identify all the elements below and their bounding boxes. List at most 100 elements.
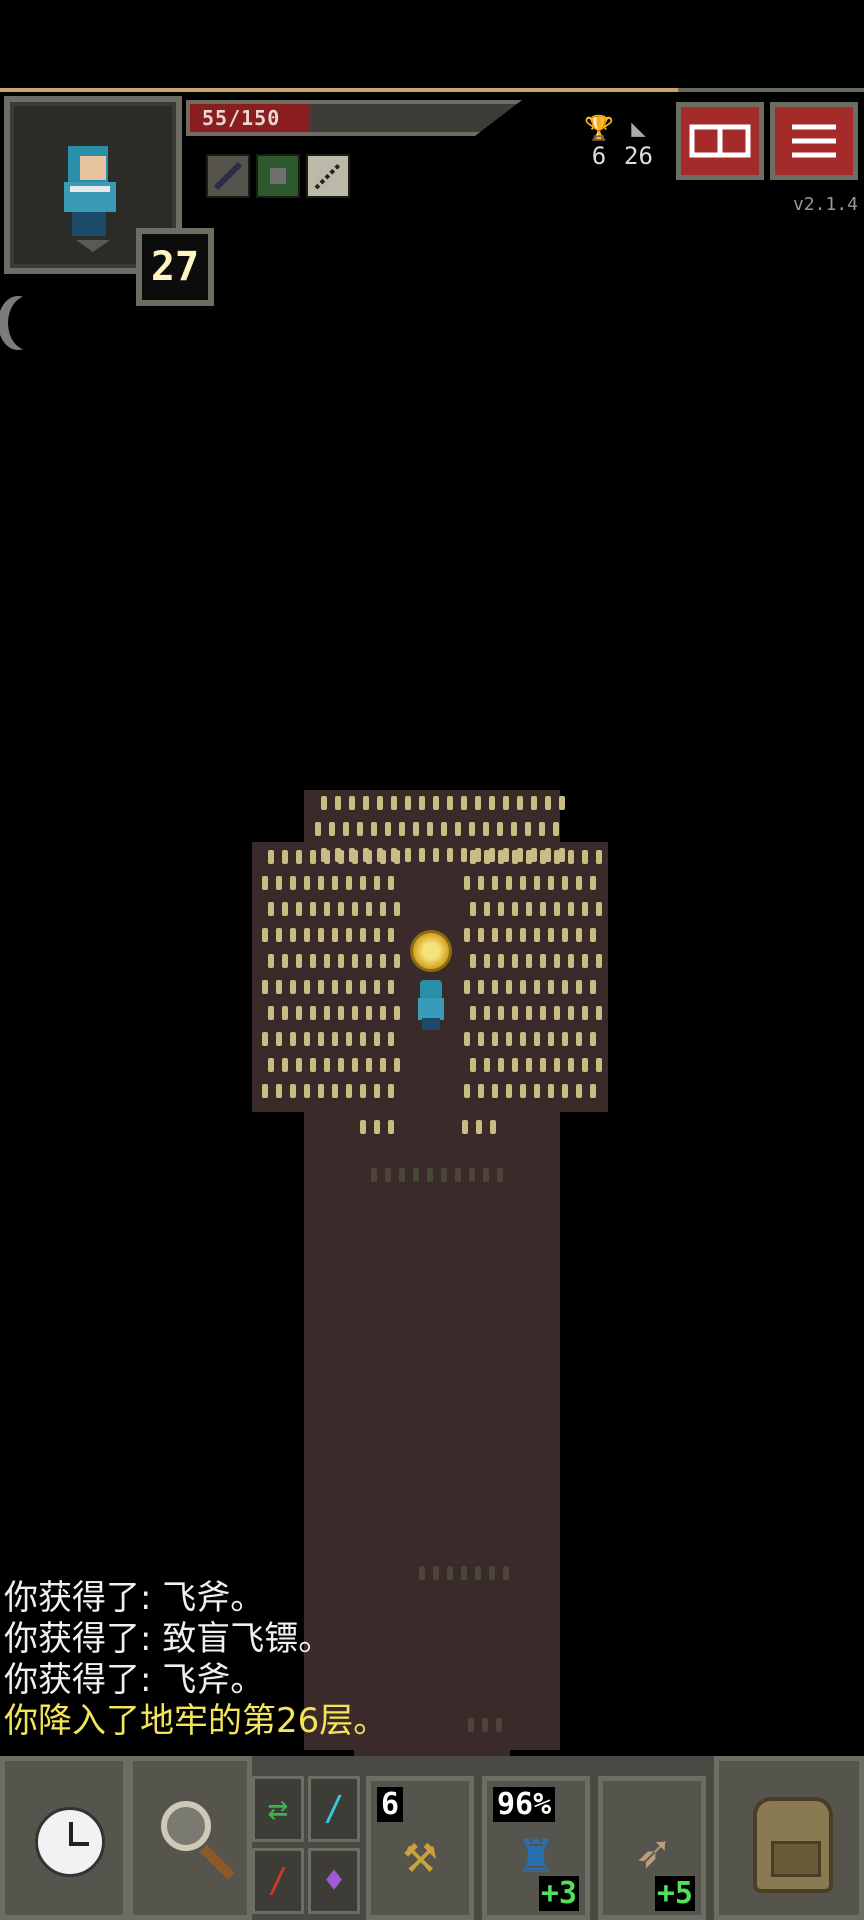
grass-blade: [377, 796, 384, 810]
grass-blade: [323, 1006, 330, 1020]
grass-blade: [461, 848, 468, 862]
quickslot-armor[interactable]: 96% ♜ +3: [482, 1776, 590, 1920]
grass-blade: [303, 980, 310, 994]
grass-blade: [441, 1168, 448, 1182]
grass-blade: [545, 848, 552, 862]
gold-count: 6: [591, 142, 607, 170]
amulet-item-icon[interactable]: [410, 930, 452, 972]
status-top-border: [0, 88, 678, 92]
grass-blade: [463, 1084, 470, 1098]
grass-blade: [281, 850, 288, 864]
grass-blade: [357, 822, 364, 836]
grass-blade: [511, 902, 518, 916]
grass-blade: [349, 796, 356, 810]
journal-button[interactable]: [676, 102, 764, 180]
grass-blade: [511, 954, 518, 968]
grass-blade: [533, 980, 540, 994]
grass-blade: [275, 928, 282, 942]
grass-blade: [463, 980, 470, 994]
wand-icon[interactable]: /: [308, 1776, 360, 1842]
grass-blade: [365, 850, 372, 864]
grass-blade: [491, 1084, 498, 1098]
grass-blade: [469, 822, 476, 836]
wait-button[interactable]: [0, 1756, 128, 1920]
grass-blade: [575, 980, 582, 994]
grass-blade: [317, 1084, 324, 1098]
grass-blade: [281, 902, 288, 916]
grass-blade: [519, 876, 526, 890]
grass-blade: [393, 954, 400, 968]
grass-blade: [547, 1032, 554, 1046]
grass-blade: [289, 1032, 296, 1046]
grass-blade: [289, 980, 296, 994]
grass-blade: [331, 928, 338, 942]
grass-blade: [553, 1006, 560, 1020]
grass-blade: [309, 1006, 316, 1020]
grass-blade: [447, 796, 454, 810]
swap-icon[interactable]: ⇄: [252, 1776, 304, 1842]
quickslot-count: 6: [377, 1787, 404, 1822]
grass-blade: [505, 980, 512, 994]
grass-blade: [345, 928, 352, 942]
grass-blade: [463, 928, 470, 942]
grass-blade: [419, 796, 426, 810]
grass-blade: [455, 1168, 462, 1182]
grass-blade: [261, 928, 268, 942]
menu-icon: [792, 124, 836, 158]
grass-blade: [323, 902, 330, 916]
grass-blade: [373, 876, 380, 890]
crystal-icon[interactable]: ♦: [308, 1848, 360, 1914]
grass-blade: [379, 1006, 386, 1020]
grass-blade: [393, 902, 400, 916]
grass-blade: [345, 876, 352, 890]
buff-barkskin-icon[interactable]: [256, 154, 300, 198]
grass-blade: [275, 980, 282, 994]
grass-blade: [483, 902, 490, 916]
grass-blade: [469, 850, 476, 864]
quickslot-durability: 96%: [493, 1787, 556, 1822]
grass-blade: [469, 954, 476, 968]
grass-blade: [275, 1084, 282, 1098]
grass-blade: [323, 954, 330, 968]
backpack-button[interactable]: [714, 1756, 864, 1920]
grass-blade: [309, 850, 316, 864]
grass-blade: [589, 1032, 596, 1046]
grass-blade: [343, 822, 350, 836]
buff-mind-vision-icon[interactable]: [306, 154, 350, 198]
grass-blade: [462, 1120, 468, 1134]
grass-blade: [525, 822, 532, 836]
magnifier-handle: [199, 1844, 235, 1880]
grass-blade: [295, 902, 302, 916]
quickslot-grid: ⇄ / / ♦: [252, 1776, 364, 1920]
hero-sprite[interactable]: [414, 980, 448, 1030]
grass-blade: [359, 1032, 366, 1046]
grass-blade: [309, 1058, 316, 1072]
search-button[interactable]: [128, 1756, 252, 1920]
status-top-border-right: [678, 88, 864, 92]
grass-blade: [469, 1168, 476, 1182]
menu-button[interactable]: [770, 102, 858, 180]
buff-levitation-icon[interactable]: [206, 154, 250, 198]
grass-blade: [303, 928, 310, 942]
grass-blade: [497, 822, 504, 836]
grass-blade: [303, 1084, 310, 1098]
grass-blade: [267, 1006, 274, 1020]
grass-blade: [295, 1006, 302, 1020]
grass-blade: [505, 1032, 512, 1046]
grass-blade: [331, 980, 338, 994]
quickslot-throwing-axe[interactable]: 6 ⚒: [366, 1776, 474, 1920]
grass-blade: [567, 954, 574, 968]
quickslot-bow[interactable]: ➶ +5: [598, 1776, 706, 1920]
grass-blade: [525, 954, 532, 968]
grass-blade: [539, 954, 546, 968]
grass-blade: [595, 850, 602, 864]
dart-icon[interactable]: /: [252, 1848, 304, 1914]
grass-blade: [581, 850, 588, 864]
grass-blade: [261, 1032, 268, 1046]
grass-blade: [531, 796, 538, 810]
grass-blade: [331, 1032, 338, 1046]
grass-blade: [455, 822, 462, 836]
grass-blade: [419, 848, 426, 862]
grass-blade: [373, 1084, 380, 1098]
grass-blade: [323, 850, 330, 864]
